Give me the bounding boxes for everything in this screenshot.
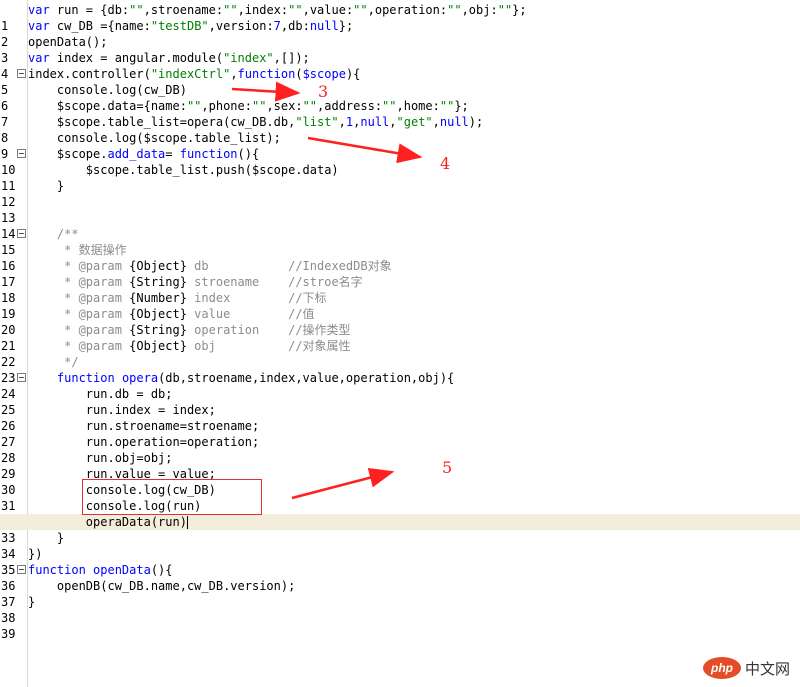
code-text: function opera(db,stroename,index,value,…: [56, 371, 455, 385]
code-text: index.controller("indexCtrl",function($s…: [28, 67, 361, 81]
code-line-24[interactable]: 24 function opera(db,stroename,index,val…: [0, 370, 800, 401]
code-line-4[interactable]: 4 var index = angular.module("index",[])…: [0, 50, 800, 81]
php-logo-icon: php: [702, 657, 741, 679]
code-text: }: [28, 531, 65, 545]
code-text: function openData(){: [28, 563, 173, 577]
fold-toggle-icon[interactable]: [17, 69, 26, 78]
code-line-21[interactable]: 21 * @param {String} operation //操作类型: [0, 322, 800, 353]
code-line-22[interactable]: 22 * @param {Object} obj //对象属性: [0, 338, 800, 369]
code-text: var index = angular.module("index",[]);: [28, 51, 310, 65]
code-line-20[interactable]: 20 * @param {Object} value //值: [0, 306, 800, 337]
code-line-7[interactable]: 7 $scope.data={name:"",phone:"",sex:"",a…: [0, 98, 800, 129]
code-line-34[interactable]: 34 }: [0, 530, 800, 561]
fold-toggle-icon[interactable]: [17, 229, 26, 238]
code-line-33-current[interactable]: 33 operaData(run): [0, 514, 800, 545]
code-line-text: operaData(run): [28, 515, 187, 529]
code-text: var run = {db:"",stroename:"",index:"",v…: [28, 3, 527, 17]
code-line-26[interactable]: 26 run.index = index;: [0, 402, 800, 433]
code-text: $scope.add_data= function(){: [28, 147, 260, 161]
code-text: openData();: [28, 35, 108, 49]
code-text: }: [28, 595, 36, 609]
code-editor[interactable]: 1 var run = {db:"",stroename:"",index:""…: [0, 0, 800, 687]
code-line-18[interactable]: 18 * @param {String} stroename //stroe名字: [0, 274, 800, 305]
annotation-label-5: 5: [442, 458, 453, 477]
code-text: run.obj=obj;: [28, 451, 173, 465]
code-line-6[interactable]: 6 console.log(cw_DB): [0, 82, 800, 113]
php-cn-watermark: php 中文网: [702, 657, 790, 679]
text-cursor: [186, 516, 188, 529]
code-line-16[interactable]: 16 * 数据操作: [0, 242, 800, 273]
code-text: * @param {String} stroename //stroe名字: [28, 275, 363, 289]
code-text: $scope.table_list=opera(cw_DB.db,"list",…: [28, 115, 484, 129]
code-line-2[interactable]: 2 var cw_DB ={name:"testDB",version:7,db…: [0, 18, 800, 49]
code-text: run.index = index;: [28, 403, 216, 417]
code-line-1[interactable]: 1 var run = {db:"",stroename:"",index:""…: [0, 2, 800, 33]
annotation-label-4: 4: [440, 154, 451, 173]
code-text: $scope.table_list.push($scope.data): [28, 163, 339, 177]
code-line-10[interactable]: 10 $scope.add_data= function(){: [0, 146, 800, 177]
code-line-14[interactable]: 14: [0, 210, 800, 241]
code-text: * @param {Number} index //下标: [28, 291, 327, 305]
code-text: openDB(cw_DB.name,cw_DB.version);: [28, 579, 296, 593]
code-line-39[interactable]: 39: [0, 610, 800, 641]
code-text: run.stroename=stroename;: [28, 419, 260, 433]
code-text: * @param {Object} obj //对象属性: [28, 339, 351, 353]
code-line-38[interactable]: 38 }: [0, 594, 800, 625]
code-text: }): [28, 547, 43, 561]
code-line-8[interactable]: 8 $scope.table_list=opera(cw_DB.db,"list…: [0, 114, 800, 145]
code-line-36[interactable]: 36 function openData(){: [0, 562, 800, 593]
code-line-27[interactable]: 27 run.stroename=stroename;: [0, 418, 800, 449]
code-text: run.db = db;: [28, 387, 173, 401]
code-line-5[interactable]: 5 index.controller("indexCtrl",function(…: [0, 66, 800, 97]
code-line-25[interactable]: 25 run.db = db;: [0, 386, 800, 417]
code-line-12[interactable]: 12 }: [0, 178, 800, 209]
fold-toggle-icon[interactable]: [17, 149, 26, 158]
watermark-text: 中文网: [744, 660, 790, 678]
code-line-19[interactable]: 19 * @param {Number} index //下标: [0, 290, 800, 321]
code-line-23[interactable]: 23 */: [0, 354, 800, 385]
line-number: 39: [1, 627, 16, 641]
code-text: * @param {String} operation //操作类型: [28, 323, 351, 337]
code-text: operaData(run): [28, 514, 188, 530]
code-text: * @param {Object} db //IndexedDB对象: [28, 259, 392, 273]
code-text: console.log($scope.table_list);: [28, 131, 281, 145]
code-line-28[interactable]: 28 run.operation=operation;: [0, 434, 800, 465]
code-line-35[interactable]: 35 }): [0, 546, 800, 577]
code-text: */: [28, 355, 79, 369]
code-text: * @param {Object} value //值: [28, 307, 315, 321]
annotation-label-3: 3: [318, 82, 329, 101]
code-line-15[interactable]: 15 /**: [0, 226, 800, 257]
code-text: /**: [28, 227, 79, 241]
code-text: $scope.data={name:"",phone:"",sex:"",add…: [28, 99, 469, 113]
code-line-29[interactable]: 29 run.obj=obj;: [0, 450, 800, 481]
fold-toggle-icon[interactable]: [17, 565, 26, 574]
code-text: }: [28, 179, 65, 193]
code-text: * 数据操作: [28, 243, 127, 257]
code-line-17[interactable]: 17 * @param {Object} db //IndexedDB对象: [0, 258, 800, 289]
code-line-13[interactable]: 13: [0, 194, 800, 225]
code-line-9[interactable]: 9 console.log($scope.table_list);: [0, 130, 800, 161]
code-line-37[interactable]: 37 openDB(cw_DB.name,cw_DB.version);: [0, 578, 800, 609]
code-line-11[interactable]: 11 $scope.table_list.push($scope.data): [0, 162, 800, 193]
code-text: console.log(cw_DB): [28, 83, 187, 97]
highlight-box: [82, 479, 262, 515]
code-line-3[interactable]: 3 openData();: [0, 34, 800, 65]
code-text: run.operation=operation;: [28, 435, 260, 449]
code-text: var cw_DB ={name:"testDB",version:7,db:n…: [28, 19, 354, 33]
fold-toggle-icon[interactable]: [17, 373, 26, 382]
